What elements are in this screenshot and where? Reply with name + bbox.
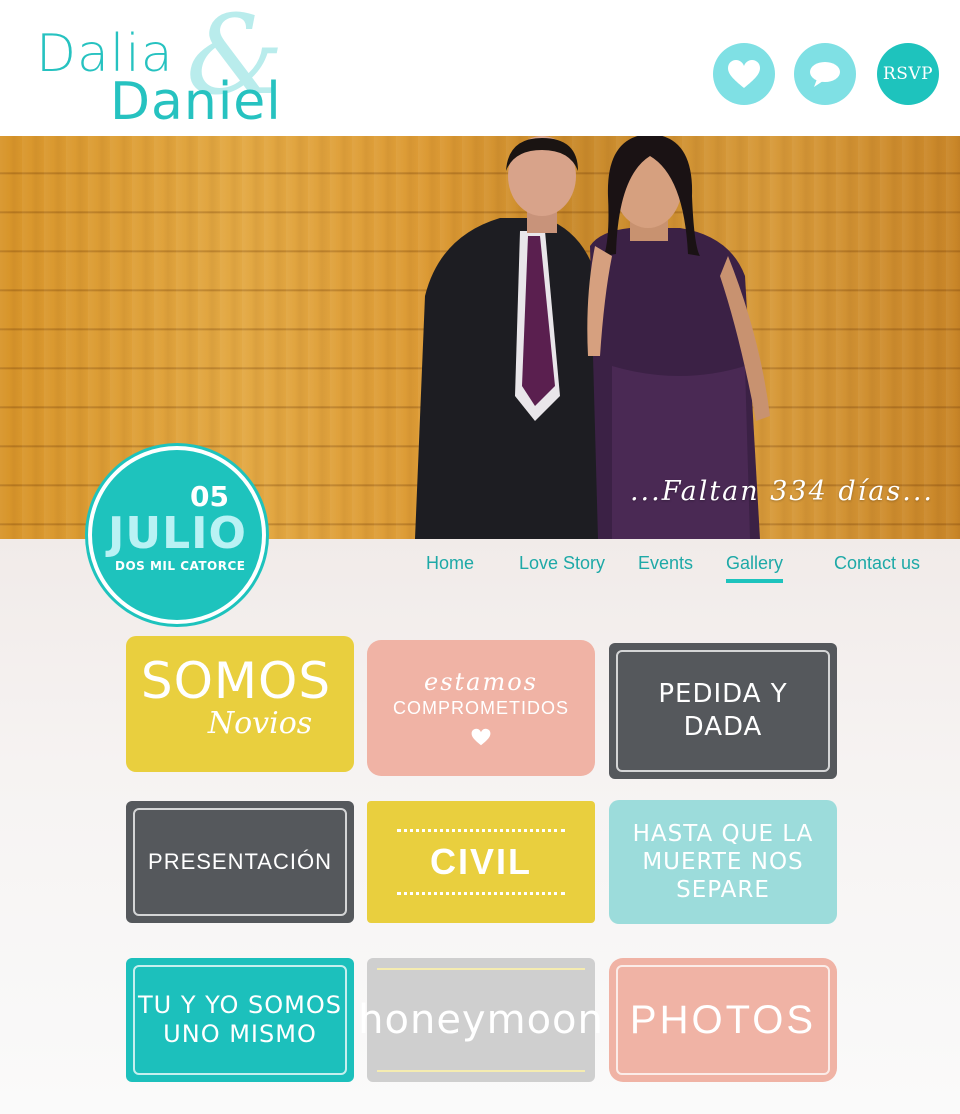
nav-contact-us[interactable]: Contact us — [834, 553, 920, 583]
card-civil-label: CIVIL — [429, 841, 532, 883]
wedding-date-badge: 05 JULIO DOS MIL CATORCE — [88, 446, 266, 624]
card-tu-label-2: UNO MISMO — [163, 1020, 317, 1048]
card-decor-line — [397, 892, 565, 895]
card-decor-line — [377, 968, 585, 970]
card-civil[interactable]: CIVIL — [367, 801, 595, 923]
date-month: JULIO — [108, 508, 247, 559]
card-hasta-label-1: HASTA QUE LA — [632, 820, 814, 847]
card-presentacion[interactable]: PRESENTACIÓN — [126, 801, 354, 923]
card-honeymoon-label: honeymoon — [358, 997, 604, 1043]
card-estamos-label: estamos — [424, 667, 538, 696]
card-comprometidos-label: COMPROMETIDOS — [392, 698, 569, 719]
chat-bubble-icon — [810, 62, 840, 87]
nav-home[interactable]: Home — [426, 553, 474, 583]
card-somos-label: SOMOS — [140, 652, 332, 710]
card-tu-label-1: TU Y YO SOMOS — [138, 990, 342, 1019]
card-hasta-que-la-muerte[interactable]: HASTA QUE LA MUERTE NOS SEPARE — [609, 800, 837, 924]
card-novios-label: Novios — [207, 705, 313, 741]
card-hasta-label-2: MUERTE NOS — [642, 848, 804, 875]
card-pedida-label-1: PEDIDA Y — [658, 678, 788, 709]
nav-events[interactable]: Events — [638, 553, 693, 583]
card-pedida-label-2: DADA — [683, 712, 763, 742]
card-photos[interactable]: PHOTOS — [609, 958, 837, 1082]
card-hasta-label-3: SEPARE — [676, 877, 770, 904]
card-photos-label: PHOTOS — [629, 998, 817, 1042]
rsvp-button[interactable]: RSVP — [877, 43, 939, 105]
nav-love-story[interactable]: Love Story — [519, 553, 605, 583]
card-somos-novios[interactable]: SOMOS Novios — [126, 636, 354, 772]
card-tu-y-yo[interactable]: TU Y YO SOMOS UNO MISMO — [126, 958, 354, 1082]
countdown-text: ...Faltan 334 días... — [629, 476, 934, 507]
couple-logo[interactable]: & Dalia Daniel — [36, 0, 306, 132]
card-border — [616, 650, 830, 772]
site-header: & Dalia Daniel RSVP — [0, 0, 960, 136]
messages-button[interactable] — [794, 43, 856, 105]
card-presentacion-label: PRESENTACIÓN — [148, 849, 332, 875]
card-decor-line — [397, 829, 565, 832]
date-year: DOS MIL CATORCE — [115, 559, 246, 573]
heart-icon — [728, 60, 760, 88]
nav-gallery[interactable]: Gallery — [726, 553, 784, 583]
card-honeymoon[interactable]: honeymoon — [358, 958, 603, 1082]
love-button[interactable] — [713, 43, 775, 105]
heart-icon — [471, 728, 491, 746]
rsvp-label: RSVP — [882, 64, 934, 84]
logo-name-daniel: Daniel — [110, 72, 282, 132]
card-estamos-comprometidos[interactable]: estamos COMPROMETIDOS — [367, 640, 595, 776]
card-pedida-y-dada[interactable]: PEDIDA Y DADA — [609, 643, 837, 779]
card-decor-line — [377, 1070, 585, 1072]
